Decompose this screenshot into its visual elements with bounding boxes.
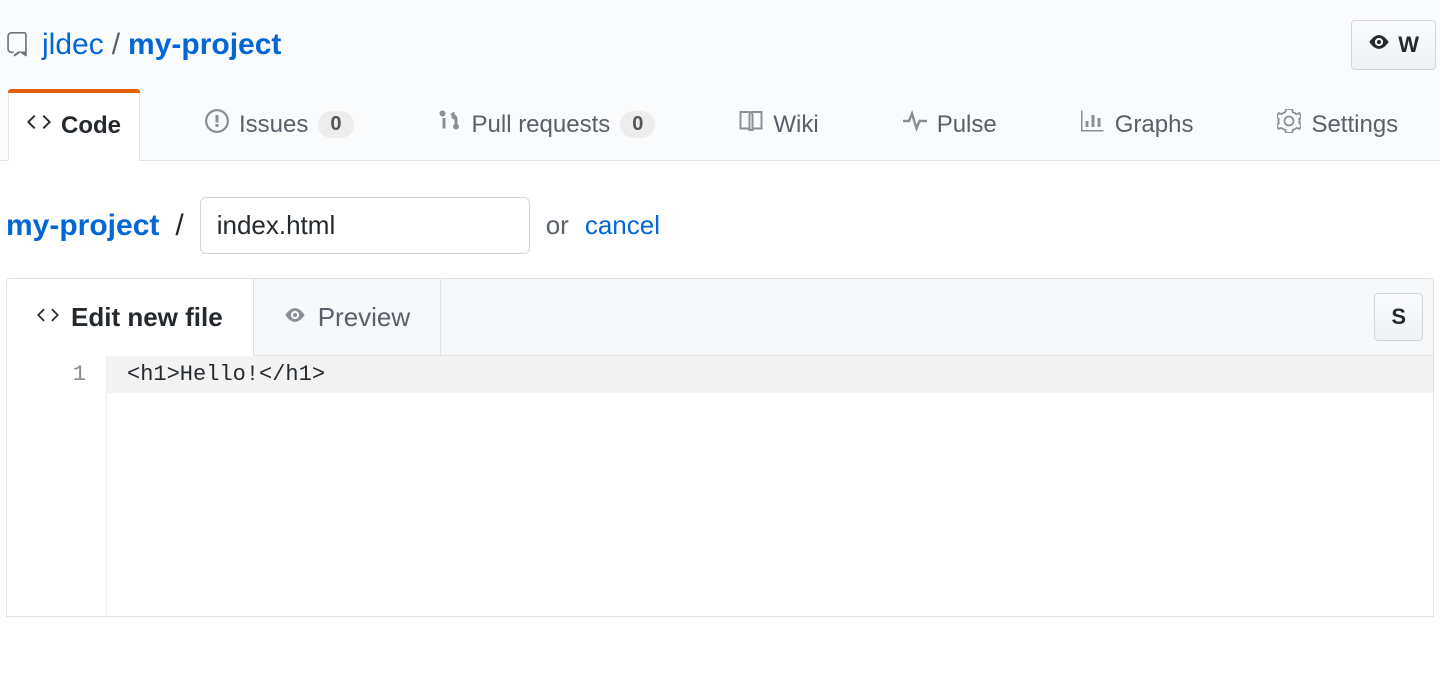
book-icon bbox=[739, 109, 763, 140]
issues-count: 0 bbox=[318, 111, 353, 138]
code-lines[interactable]: <h1>Hello!</h1> bbox=[107, 356, 1433, 616]
graph-icon bbox=[1081, 109, 1105, 140]
code-icon bbox=[27, 110, 51, 141]
breadcrumb: jldec / my-project bbox=[4, 28, 281, 62]
editor-box: Edit new file Preview S 1 <h1>Hello!</h1… bbox=[6, 278, 1434, 617]
filename-input[interactable] bbox=[200, 197, 530, 254]
path-repo-link[interactable]: my-project bbox=[6, 209, 159, 243]
code-editor[interactable]: 1 <h1>Hello!</h1> bbox=[7, 356, 1433, 616]
line-number: 1 bbox=[7, 362, 86, 387]
editor-toolbar-right: S bbox=[1374, 279, 1433, 355]
editor-tab-label: Preview bbox=[318, 302, 410, 333]
pulse-icon bbox=[903, 109, 927, 140]
repo-nav: Code Issues 0 Pull requests 0 Wiki bbox=[0, 90, 1440, 161]
tab-pull-requests[interactable]: Pull requests 0 bbox=[419, 90, 675, 160]
tab-issues[interactable]: Issues 0 bbox=[186, 90, 373, 160]
editor-tabs: Edit new file Preview S bbox=[7, 279, 1433, 356]
repo-header: jldec / my-project W bbox=[0, 0, 1440, 90]
gear-icon bbox=[1277, 109, 1301, 140]
file-path-row: my-project / or cancel bbox=[0, 161, 1440, 278]
watch-label: W bbox=[1398, 32, 1419, 58]
line-gutter: 1 bbox=[7, 356, 107, 616]
tab-label: Settings bbox=[1311, 111, 1398, 139]
tab-label: Issues bbox=[239, 111, 308, 139]
tab-label: Pulse bbox=[937, 111, 997, 139]
tab-settings[interactable]: Settings bbox=[1258, 90, 1417, 160]
pull-requests-count: 0 bbox=[620, 111, 655, 138]
cancel-link[interactable]: cancel bbox=[585, 210, 660, 241]
tab-label: Graphs bbox=[1115, 111, 1194, 139]
or-text: or bbox=[546, 210, 569, 241]
tab-code[interactable]: Code bbox=[8, 91, 140, 161]
tab-graphs[interactable]: Graphs bbox=[1062, 90, 1213, 160]
editor-tab-edit[interactable]: Edit new file bbox=[7, 279, 254, 356]
eye-icon bbox=[284, 302, 306, 333]
tab-label: Code bbox=[61, 112, 121, 140]
code-icon bbox=[37, 302, 59, 333]
editor-tab-preview[interactable]: Preview bbox=[254, 279, 441, 355]
tab-label: Wiki bbox=[773, 111, 818, 139]
issue-icon bbox=[205, 109, 229, 140]
repo-link[interactable]: my-project bbox=[128, 28, 281, 62]
breadcrumb-separator: / bbox=[112, 28, 120, 62]
tab-label: Pull requests bbox=[472, 111, 611, 139]
path-separator: / bbox=[175, 209, 183, 243]
eye-icon bbox=[1368, 31, 1390, 59]
tab-pulse[interactable]: Pulse bbox=[884, 90, 1016, 160]
editor-settings-button[interactable]: S bbox=[1374, 293, 1423, 341]
watch-button[interactable]: W bbox=[1351, 20, 1436, 70]
owner-link[interactable]: jldec bbox=[42, 28, 104, 62]
repo-icon bbox=[4, 32, 30, 58]
pull-request-icon bbox=[438, 109, 462, 140]
tab-wiki[interactable]: Wiki bbox=[720, 90, 837, 160]
editor-tab-label: Edit new file bbox=[71, 302, 223, 333]
code-line[interactable]: <h1>Hello!</h1> bbox=[107, 356, 1433, 393]
